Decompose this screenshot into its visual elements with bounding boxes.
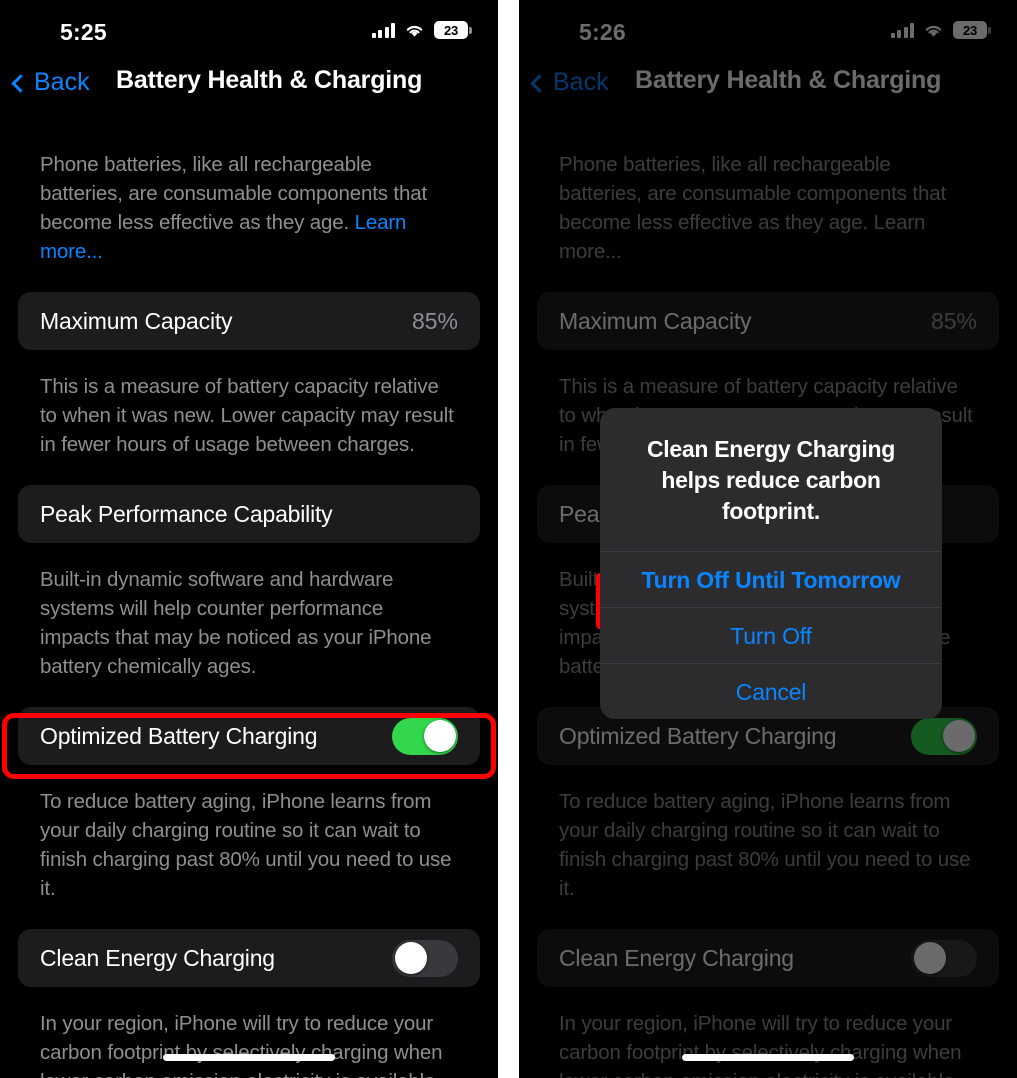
clean-energy-charging-description: In your region, iPhone will try to reduc… [18, 987, 480, 1078]
toggle-knob [913, 942, 946, 974]
row-label: Optimized Battery Charging [559, 722, 837, 749]
row-label: Maximum Capacity [559, 307, 752, 334]
optimized-battery-charging-description: To reduce battery aging, iPhone learns f… [559, 790, 971, 900]
row-label: Peak Performance Capability [40, 500, 333, 527]
maximum-capacity-description: This is a measure of battery capacity re… [40, 375, 454, 456]
intro-description: Phone batteries, like all rechargeable b… [18, 118, 480, 266]
wifi-icon [925, 25, 942, 37]
toggle-knob [394, 942, 427, 974]
home-indicator[interactable] [682, 1054, 854, 1061]
status-bar: 5:26 23 [519, 0, 1017, 58]
row-label: Clean Energy Charging [559, 944, 794, 971]
back-button[interactable]: Back [11, 68, 90, 97]
clean-energy-charging-description: In your region, iPhone will try to reduc… [537, 987, 999, 1078]
maximum-capacity-value: 85% [930, 307, 977, 334]
page-title: Battery Health & Charging [635, 66, 942, 94]
optimized-battery-charging-description: To reduce battery aging, iPhone learns f… [40, 790, 452, 900]
turn-off-button[interactable]: Turn Off [600, 607, 942, 663]
back-button[interactable]: Back [530, 68, 609, 97]
back-button-label: Back [34, 68, 90, 96]
status-bar-clock: 5:26 [579, 19, 626, 45]
page-title: Battery Health & Charging [116, 66, 423, 94]
maximum-capacity-value: 85% [411, 307, 458, 334]
cellular-signal-icon [371, 22, 395, 38]
peak-performance-description: Built-in dynamic software and hardware s… [40, 568, 432, 678]
clean-energy-charging-description-text: In your region, iPhone will try to reduc… [40, 1012, 443, 1078]
phone-screen-left: 5:25 23 Back Battery Health & Charging P… [0, 0, 498, 1078]
status-bar-clock: 5:25 [60, 19, 107, 45]
cellular-signal-icon [890, 22, 914, 38]
battery-percent-label: 23 [962, 22, 978, 38]
row-label: Maximum Capacity [40, 307, 233, 334]
optimized-battery-charging-toggle[interactable] [911, 717, 977, 755]
turn-off-until-tomorrow-button[interactable]: Turn Off Until Tomorrow [600, 551, 942, 607]
wifi-icon [406, 25, 423, 37]
home-indicator[interactable] [163, 1054, 335, 1061]
status-bar-indicators: 23 [890, 21, 991, 39]
clean-energy-charging-description-text: In your region, iPhone will try to reduc… [559, 1012, 962, 1078]
cancel-button[interactable]: Cancel [600, 663, 942, 719]
row-optimized-battery-charging[interactable]: Optimized Battery Charging [18, 707, 480, 765]
navigation-bar: Back Battery Health & Charging [519, 58, 1017, 118]
chevron-left-icon [530, 73, 549, 93]
action-sheet-title: Clean Energy Charging helps reduce carbo… [646, 436, 896, 524]
toggle-knob [942, 720, 975, 752]
clean-energy-charging-toggle[interactable] [392, 939, 458, 977]
settings-content: Phone batteries, like all rechargeable b… [0, 118, 498, 1078]
row-peak-performance-capability[interactable]: Peak Performance Capability [18, 485, 480, 543]
phone-screen-right: 5:26 23 Back Battery Health & Charging P… [519, 0, 1017, 1078]
battery-percent-label: 23 [443, 22, 459, 38]
back-button-label: Back [553, 68, 609, 96]
row-label: Clean Energy Charging [40, 944, 275, 971]
row-clean-energy-charging[interactable]: Clean Energy Charging [537, 929, 999, 987]
row-label: Optimized Battery Charging [40, 722, 318, 749]
navigation-bar: Back Battery Health & Charging [0, 58, 498, 118]
battery-icon: 23 [434, 21, 472, 39]
row-maximum-capacity[interactable]: Maximum Capacity 85% [537, 292, 999, 350]
toggle-knob [423, 720, 456, 752]
battery-icon: 23 [953, 21, 991, 39]
screenshot-stage: 5:25 23 Back Battery Health & Charging P… [0, 0, 1017, 1078]
intro-description: Phone batteries, like all rechargeable b… [537, 118, 999, 266]
row-clean-energy-charging[interactable]: Clean Energy Charging [18, 929, 480, 987]
clean-energy-charging-toggle[interactable] [911, 939, 977, 977]
row-maximum-capacity[interactable]: Maximum Capacity 85% [18, 292, 480, 350]
chevron-left-icon [11, 73, 30, 93]
optimized-battery-charging-toggle[interactable] [392, 717, 458, 755]
status-bar-indicators: 23 [371, 21, 472, 39]
status-bar: 5:25 23 [0, 0, 498, 58]
action-sheet-dialog: Clean Energy Charging helps reduce carbo… [600, 408, 942, 719]
